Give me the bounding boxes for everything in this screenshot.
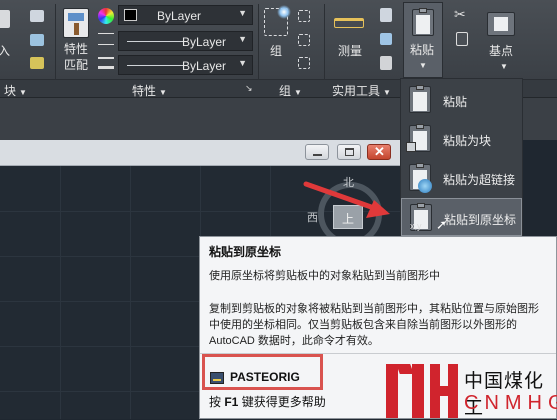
lineweight-dropdown-value: ByLayer — [181, 59, 226, 73]
annotation-arrow — [303, 181, 390, 218]
block-panel-label[interactable]: 块 ▼ — [4, 82, 27, 99]
menu-item-label: 粘贴为块 — [443, 134, 492, 148]
basepoint-label[interactable]: 基点 — [489, 44, 513, 58]
tooltip-description: 使用原坐标将剪贴板中的对象粘贴到当前图形中 — [209, 270, 440, 282]
chevron-down-icon: ▼ — [238, 34, 247, 44]
group-select-icon[interactable] — [298, 57, 310, 69]
xy-glyph: x,y — [410, 221, 422, 231]
menu-item-label: 粘贴 — [443, 95, 468, 109]
watermark-en: CNMHG — [464, 392, 557, 414]
calculator-icon[interactable] — [380, 56, 392, 70]
help-hint: 按 F1 键获得更多帮助 — [209, 395, 326, 409]
insert-icon[interactable] — [0, 10, 10, 28]
copy-icon[interactable] — [456, 32, 468, 46]
color-dropdown-value: ByLayer — [157, 9, 202, 23]
linetype-icon — [98, 33, 114, 45]
measure-label[interactable]: 测量 — [338, 44, 362, 58]
group-label[interactable]: 组 — [270, 44, 282, 58]
chevron-down-icon: ▼ — [238, 8, 247, 18]
block-editor-icon[interactable] — [30, 57, 44, 69]
clipboard-icon — [412, 8, 434, 36]
edit-attribute-icon[interactable] — [30, 10, 44, 22]
color-dropdown[interactable]: ByLayer ▼ — [118, 5, 253, 25]
restore-button[interactable] — [337, 144, 361, 160]
panel-launcher-icon[interactable]: ↘ — [245, 83, 253, 94]
close-button[interactable]: ✕ — [367, 144, 391, 160]
group-panel-label[interactable]: 组 ▼ — [279, 82, 302, 99]
clipboard-icon — [409, 85, 431, 113]
lineweight-icon — [98, 57, 114, 69]
cut-icon[interactable]: ✂ — [454, 6, 470, 22]
measure-icon[interactable] — [334, 18, 364, 28]
color-wheel-icon — [98, 8, 114, 24]
ungroup-icon[interactable] — [298, 10, 310, 22]
define-attribute-icon[interactable] — [30, 34, 44, 46]
point-style-icon[interactable] — [380, 33, 392, 45]
group-edit-icon[interactable] — [298, 34, 310, 46]
insert-label[interactable]: 入 — [0, 44, 10, 58]
match-properties-label-2[interactable]: 匹配 — [64, 58, 88, 72]
paste-block-icon — [406, 124, 431, 152]
watermark-logo — [386, 364, 458, 418]
command-highlight-box — [202, 354, 323, 390]
mouse-cursor-icon: ➚ — [436, 217, 447, 232]
paste-dropdown-menu: 粘贴 粘贴为块 粘贴为超链接 x,y 粘贴到原坐标 ➚ — [400, 78, 523, 236]
menu-item-paste[interactable]: 粘贴 — [401, 81, 522, 119]
linetype-dropdown-value: ByLayer — [181, 35, 226, 49]
match-properties-icon[interactable] — [63, 8, 89, 38]
chevron-down-icon: ▼ — [419, 61, 427, 70]
paste-button[interactable]: 粘贴 ▼ — [403, 2, 443, 78]
tooltip-paragraph: 复制到剪贴板的对象将被粘贴到当前图形中，其粘贴位置与原始图形中使用的坐标相同。仅… — [209, 303, 539, 347]
menu-item-paste-as-hyperlink[interactable]: 粘贴为超链接 — [401, 159, 522, 197]
menu-item-label: 粘贴到原坐标 — [444, 213, 517, 227]
watermark: 中国煤化工 CNMHG — [384, 362, 557, 419]
close-icon: ✕ — [374, 144, 385, 159]
menu-item-paste-original-coords[interactable]: x,y 粘贴到原坐标 ➚ — [401, 198, 522, 236]
chevron-down-icon: ▼ — [238, 58, 247, 68]
drawing-window-titlebar[interactable]: ✕ — [0, 140, 400, 166]
quick-select-icon[interactable] — [380, 8, 392, 22]
tooltip-title: 粘贴到原坐标 — [209, 245, 282, 259]
menu-item-label: 粘贴为超链接 — [443, 173, 516, 187]
utilities-panel-label[interactable]: 实用工具 ▼ — [332, 82, 391, 99]
chevron-down-icon[interactable]: ▼ — [500, 60, 508, 74]
menu-item-paste-as-block[interactable]: 粘贴为块 — [401, 120, 522, 158]
properties-panel-label[interactable]: 特性 ▼ — [132, 82, 167, 99]
match-properties-label-1[interactable]: 特性 — [64, 42, 88, 56]
ribbon: 入 特性 匹配 ByLayer ▼ ByLayer ▼ ByLayer ▼ 组 … — [0, 0, 557, 94]
paste-label: 粘贴 — [410, 43, 435, 57]
minimize-button[interactable] — [305, 144, 329, 160]
group-icon[interactable] — [264, 5, 291, 36]
linetype-dropdown[interactable]: ByLayer ▼ — [118, 31, 253, 51]
lineweight-dropdown[interactable]: ByLayer ▼ — [118, 55, 253, 75]
paste-hyperlink-icon — [409, 163, 432, 193]
basepoint-icon[interactable] — [487, 12, 515, 36]
